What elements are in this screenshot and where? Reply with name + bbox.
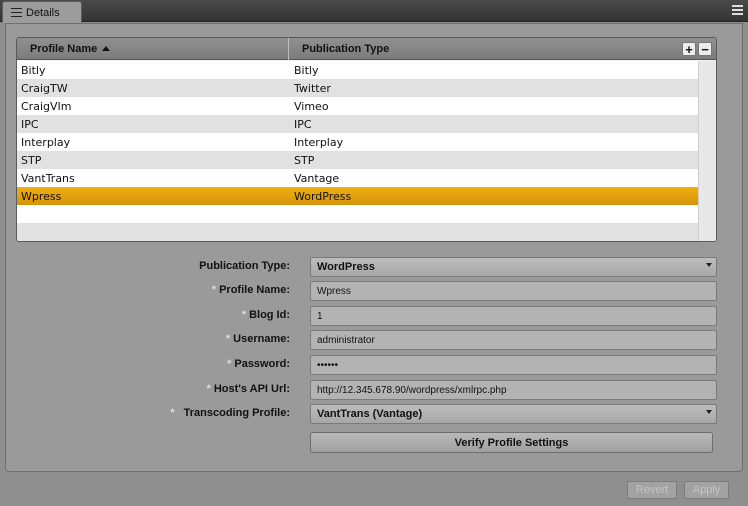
password-label-group: * Password: — [227, 358, 290, 370]
chevron-down-icon — [706, 263, 712, 267]
blog-id-input[interactable]: 1 — [310, 306, 717, 326]
panel-menu-icon[interactable] — [732, 5, 743, 16]
required-marker: * — [227, 358, 232, 370]
publication-type-cell: IPC — [294, 117, 312, 131]
table-row[interactable]: CraigTW Twitter — [17, 79, 716, 97]
verify-profile-settings-button[interactable]: Verify Profile Settings — [310, 432, 713, 453]
api-url-label-group: * Host's API Url: — [207, 383, 290, 395]
column-label: Profile Name — [30, 42, 98, 55]
profile-name-cell: IPC — [21, 117, 39, 131]
publication-type-cell: Vimeo — [294, 99, 329, 113]
tab-label: Details — [26, 6, 60, 19]
password-label: Password: — [234, 358, 290, 370]
username-value: administrator — [317, 334, 375, 346]
publication-type-label: Publication Type: — [199, 260, 290, 272]
table-row[interactable]: STP STP — [17, 151, 716, 169]
profile-name-cell: CraigVIm — [21, 99, 72, 113]
profile-name-label-group: * Profile Name: — [212, 284, 290, 296]
add-profile-button[interactable]: + — [682, 42, 696, 56]
publication-type-select[interactable]: WordPress — [310, 257, 717, 277]
column-header-publication-type[interactable]: Publication Type — [289, 38, 684, 60]
chevron-down-icon — [706, 410, 712, 414]
required-marker: * — [211, 284, 217, 296]
transcoding-profile-label: Transcoding Profile: — [183, 407, 290, 419]
blog-id-label: Blog Id: — [249, 309, 290, 321]
table-row[interactable]: Interplay Interplay — [17, 133, 716, 151]
publication-type-cell: Vantage — [294, 171, 340, 185]
required-marker: * — [241, 309, 247, 321]
api-url-label: Host's API Url: — [213, 383, 290, 395]
column-label: Publication Type — [302, 42, 390, 55]
password-input[interactable]: •••••• — [310, 355, 717, 375]
profile-name-cell: VantTrans — [21, 171, 75, 185]
empty-row — [17, 223, 716, 241]
table-row-selected[interactable]: Wpress WordPress — [17, 187, 698, 205]
publication-type-cell: WordPress — [294, 189, 352, 203]
details-panel: Profile Name Publication Type + − Bitly B… — [5, 23, 743, 472]
api-url-row: * Host's API Url: http://12.345.678.90/wo… — [6, 380, 742, 402]
transcoding-profile-select[interactable]: VantTrans (Vantage) — [310, 404, 717, 424]
password-row: * Password: •••••• — [6, 355, 742, 377]
profile-name-cell: CraigTW — [21, 81, 68, 95]
required-marker: * — [206, 383, 211, 395]
transcoding-profile-value: VantTrans (Vantage) — [317, 408, 423, 420]
transcoding-profile-label-group: * Transcoding Profile: — [170, 407, 290, 419]
required-marker: * — [225, 333, 231, 345]
password-value: •••••• — [317, 359, 339, 371]
empty-row — [17, 205, 716, 223]
remove-profile-button[interactable]: − — [698, 42, 712, 56]
blog-id-value: 1 — [317, 310, 323, 322]
panel-header-bar: Details — [0, 0, 748, 23]
publication-type-cell: Interplay — [294, 135, 344, 149]
column-header-profile-name[interactable]: Profile Name — [17, 38, 289, 60]
api-url-input[interactable]: http://12.345.678.90/wordpress/xmlrpc.ph… — [310, 380, 717, 400]
apply-button[interactable]: Apply — [684, 481, 729, 499]
revert-button[interactable]: Revert — [627, 481, 677, 499]
username-label-group: * Username: — [226, 333, 290, 345]
sort-ascending-icon — [102, 46, 111, 51]
publication-type-cell: Twitter — [294, 81, 331, 95]
username-label: Username: — [233, 333, 290, 345]
table-row[interactable]: IPC IPC — [17, 115, 716, 133]
table-body: Bitly Bitly CraigTW Twitter CraigVIm Vimeo … — [17, 61, 716, 241]
profile-name-label: Profile Name: — [219, 284, 290, 296]
table-row[interactable]: Bitly Bitly — [17, 61, 716, 79]
publication-type-value: WordPress — [317, 261, 375, 273]
table-row[interactable]: VantTrans Vantage — [17, 169, 716, 187]
list-icon — [11, 8, 22, 17]
profile-name-input[interactable]: Wpress — [310, 281, 717, 301]
publication-type-row: Publication Type: WordPress — [6, 257, 742, 279]
username-row: * Username: administrator — [6, 330, 742, 352]
transcoding-profile-row: * Transcoding Profile: VantTrans (Vantage… — [6, 404, 742, 426]
profile-name-cell: Wpress — [21, 189, 62, 203]
blog-id-row: * Blog Id: 1 — [6, 306, 742, 328]
api-url-value: http://12.345.678.90/wordpress/xmlrpc.ph… — [317, 384, 507, 396]
publication-type-cell: STP — [294, 153, 315, 167]
publication-type-cell: Bitly — [294, 63, 319, 77]
profile-name-cell: STP — [21, 153, 42, 167]
username-input[interactable]: administrator — [310, 330, 717, 350]
required-marker: * — [170, 407, 175, 419]
table-header: Profile Name Publication Type + − — [17, 38, 716, 60]
profiles-table: Profile Name Publication Type + − Bitly B… — [16, 37, 717, 242]
table-scrollbar[interactable] — [698, 61, 716, 241]
blog-id-label-group: * Blog Id: — [242, 309, 290, 321]
table-row[interactable]: CraigVIm Vimeo — [17, 97, 716, 115]
profile-name-cell: Bitly — [21, 63, 46, 77]
profile-name-row: * Profile Name: Wpress — [6, 281, 742, 303]
tab-details[interactable]: Details — [2, 1, 82, 23]
profile-name-cell: Interplay — [21, 135, 71, 149]
profile-name-value: Wpress — [317, 285, 351, 297]
